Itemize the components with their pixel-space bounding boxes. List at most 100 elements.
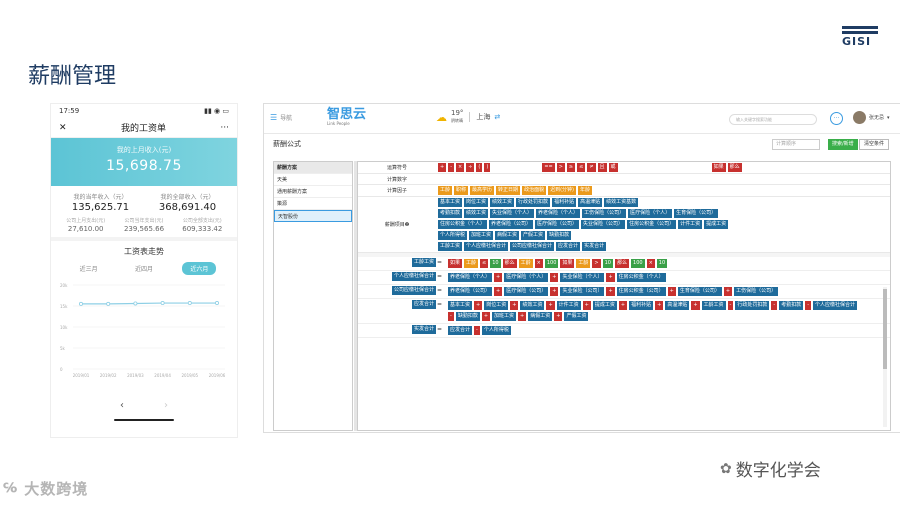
formula-token[interactable]: 生育保险（公司） xyxy=(677,287,722,296)
salary-item-tag[interactable]: 绩效工资 xyxy=(490,198,515,207)
data-point[interactable] xyxy=(133,301,138,306)
data-point[interactable] xyxy=(214,301,219,306)
operator-tag[interactable]: ) xyxy=(484,163,491,172)
formula-token[interactable]: > xyxy=(592,259,601,268)
help-icon[interactable]: ❷ xyxy=(405,222,409,228)
salary-item-tag[interactable]: 计件工资 xyxy=(678,220,703,229)
salary-item-tag[interactable]: 个人所得税 xyxy=(438,231,468,240)
user-menu[interactable]: 张无忌 ▾ xyxy=(853,111,890,124)
formula-token[interactable]: + xyxy=(518,312,527,321)
salary-item-tag[interactable]: 产假工资 xyxy=(521,231,546,240)
salary-item-tag[interactable]: 医疗保险（个人） xyxy=(628,209,673,218)
formula-token[interactable]: + xyxy=(655,301,664,310)
operator-tag[interactable]: × xyxy=(456,163,465,172)
operator-tag[interactable]: ≠ xyxy=(587,163,596,172)
sidebar-item-tianzhi[interactable]: 天智股份 xyxy=(274,210,352,222)
formula-token[interactable]: + xyxy=(582,301,591,310)
formula-token[interactable]: 10 xyxy=(656,259,668,268)
factor-tag[interactable]: 年龄 xyxy=(577,186,592,195)
data-point[interactable] xyxy=(106,301,111,306)
operator-tag[interactable]: ≥ xyxy=(566,163,576,172)
salary-item-tag[interactable]: 个人应缴社保合计 xyxy=(464,242,509,251)
operator-tag[interactable]: + xyxy=(438,163,447,172)
formula-token[interactable]: 考勤扣款 xyxy=(779,301,804,310)
search-add-button[interactable]: 搜索/新增 xyxy=(828,139,858,150)
formula-token[interactable]: + xyxy=(550,287,559,296)
salary-item-tag[interactable]: 行政处罚扣款 xyxy=(516,198,551,207)
formula-token[interactable]: + xyxy=(510,301,519,310)
salary-item-tag[interactable]: 岗位工资 xyxy=(464,198,489,207)
formula-token[interactable]: 工龄 xyxy=(518,259,533,268)
salary-item-tag[interactable]: 绩效工资 xyxy=(464,209,489,218)
salary-item-tag[interactable]: 失业保险（公司） xyxy=(581,220,626,229)
formula-token[interactable]: 病假工资 xyxy=(528,312,553,321)
formula-token[interactable]: + xyxy=(618,301,628,310)
salary-item-tag[interactable]: 福利补贴 xyxy=(552,198,577,207)
formula-token[interactable]: 住房公积金（个人） xyxy=(616,273,666,282)
formula-token[interactable]: 缺勤扣款 xyxy=(455,312,480,321)
prev-page-icon[interactable]: ‹ xyxy=(120,400,124,411)
salary-item-tag[interactable]: 工龄工资 xyxy=(438,242,463,251)
salary-item-tag[interactable]: 实发合计 xyxy=(582,242,607,251)
salary-item-tag[interactable]: 提成工资 xyxy=(704,220,729,229)
formula-token[interactable]: ≤ xyxy=(480,259,489,268)
factor-tag[interactable]: 职称 xyxy=(454,186,469,195)
next-page-icon[interactable]: › xyxy=(164,400,168,411)
factor-tag[interactable]: 迟到(分钟) xyxy=(548,186,576,195)
formula-token[interactable]: 工龄工资 xyxy=(701,301,726,310)
formula-token[interactable]: + xyxy=(494,273,503,282)
operator-tag[interactable]: 那么 xyxy=(727,163,742,172)
formula-token[interactable]: 高温津贴 xyxy=(665,301,690,310)
formula-target-tag[interactable]: 个人应缴社保合计 xyxy=(391,272,436,281)
salary-item-tag[interactable]: 公司应缴社保合计 xyxy=(510,242,555,251)
sidebar-item-ceyuan[interactable]: 策源 xyxy=(274,198,352,210)
salary-item-tag[interactable]: 考勤扣款 xyxy=(438,209,463,218)
factor-tag[interactable]: 转正日期 xyxy=(496,186,521,195)
salary-item-tag[interactable]: 住房公积金（公司） xyxy=(627,220,677,229)
formula-token[interactable]: + xyxy=(606,287,615,296)
formula-token[interactable]: 10 xyxy=(490,259,501,268)
formula-token[interactable]: 医疗保险（个人） xyxy=(504,273,549,282)
operator-tag[interactable]: 如果 xyxy=(711,163,726,172)
salary-item-tag[interactable]: 养老保险（公司） xyxy=(489,220,534,229)
operator-tag[interactable]: ≤ xyxy=(577,163,586,172)
formula-token[interactable]: + xyxy=(667,287,676,296)
formula-token[interactable]: × xyxy=(646,259,655,268)
tab-6-months[interactable]: 近六月 xyxy=(182,262,217,275)
operator-tag[interactable]: == xyxy=(542,163,555,172)
formula-token[interactable]: 加班工资 xyxy=(492,312,517,321)
data-point[interactable] xyxy=(187,301,192,306)
filter-input[interactable]: 计算顺序 xyxy=(772,139,820,150)
factor-tag[interactable]: 政治面貌 xyxy=(522,186,547,195)
tab-4-months[interactable]: 近四月 xyxy=(127,262,161,275)
formula-token[interactable]: - xyxy=(805,301,812,310)
formula-target-tag[interactable]: 实发合计 xyxy=(411,325,436,334)
formula-token[interactable]: 个人应缴社保合计 xyxy=(813,301,858,310)
formula-token[interactable]: - xyxy=(474,326,480,335)
salary-item-tag[interactable]: 基本工资 xyxy=(438,198,463,207)
salary-item-tag[interactable]: 高温津贴 xyxy=(578,198,603,207)
formula-token[interactable]: 100 xyxy=(544,259,559,268)
formula-token[interactable]: 那么 xyxy=(502,259,517,268)
sidebar-item-tianmei[interactable]: 天美 xyxy=(274,174,352,186)
formula-token[interactable]: 失业保险（公司） xyxy=(560,287,605,296)
formula-token[interactable]: 个人所得税 xyxy=(481,326,511,335)
more-icon[interactable]: ··· xyxy=(220,123,229,133)
salary-item-tag[interactable]: 病假工资 xyxy=(495,231,520,240)
formula-token[interactable]: 应发合计 xyxy=(448,326,473,335)
factor-tag[interactable]: 最高学历 xyxy=(470,186,495,195)
scrollbar[interactable] xyxy=(883,287,887,427)
formula-token[interactable]: - xyxy=(771,301,778,310)
formula-token[interactable]: 基本工资 xyxy=(448,301,473,310)
formula-token[interactable]: - xyxy=(448,312,454,321)
formula-target-tag[interactable]: 应发合计 xyxy=(411,300,436,309)
formula-token[interactable]: + xyxy=(494,287,503,296)
salary-item-tag[interactable]: 医疗保险（公司） xyxy=(535,220,580,229)
formula-token[interactable]: 养老保险（公司） xyxy=(448,287,493,296)
formula-token[interactable]: 医疗保险（公司） xyxy=(504,287,549,296)
formula-target-tag[interactable]: 公司应缴社保合计 xyxy=(391,286,436,295)
switch-icon[interactable]: ⇄ xyxy=(494,113,500,121)
formula-token[interactable]: 工龄 xyxy=(464,259,479,268)
formula-token[interactable]: + xyxy=(691,301,700,310)
formula-token[interactable]: 100 xyxy=(631,259,645,268)
